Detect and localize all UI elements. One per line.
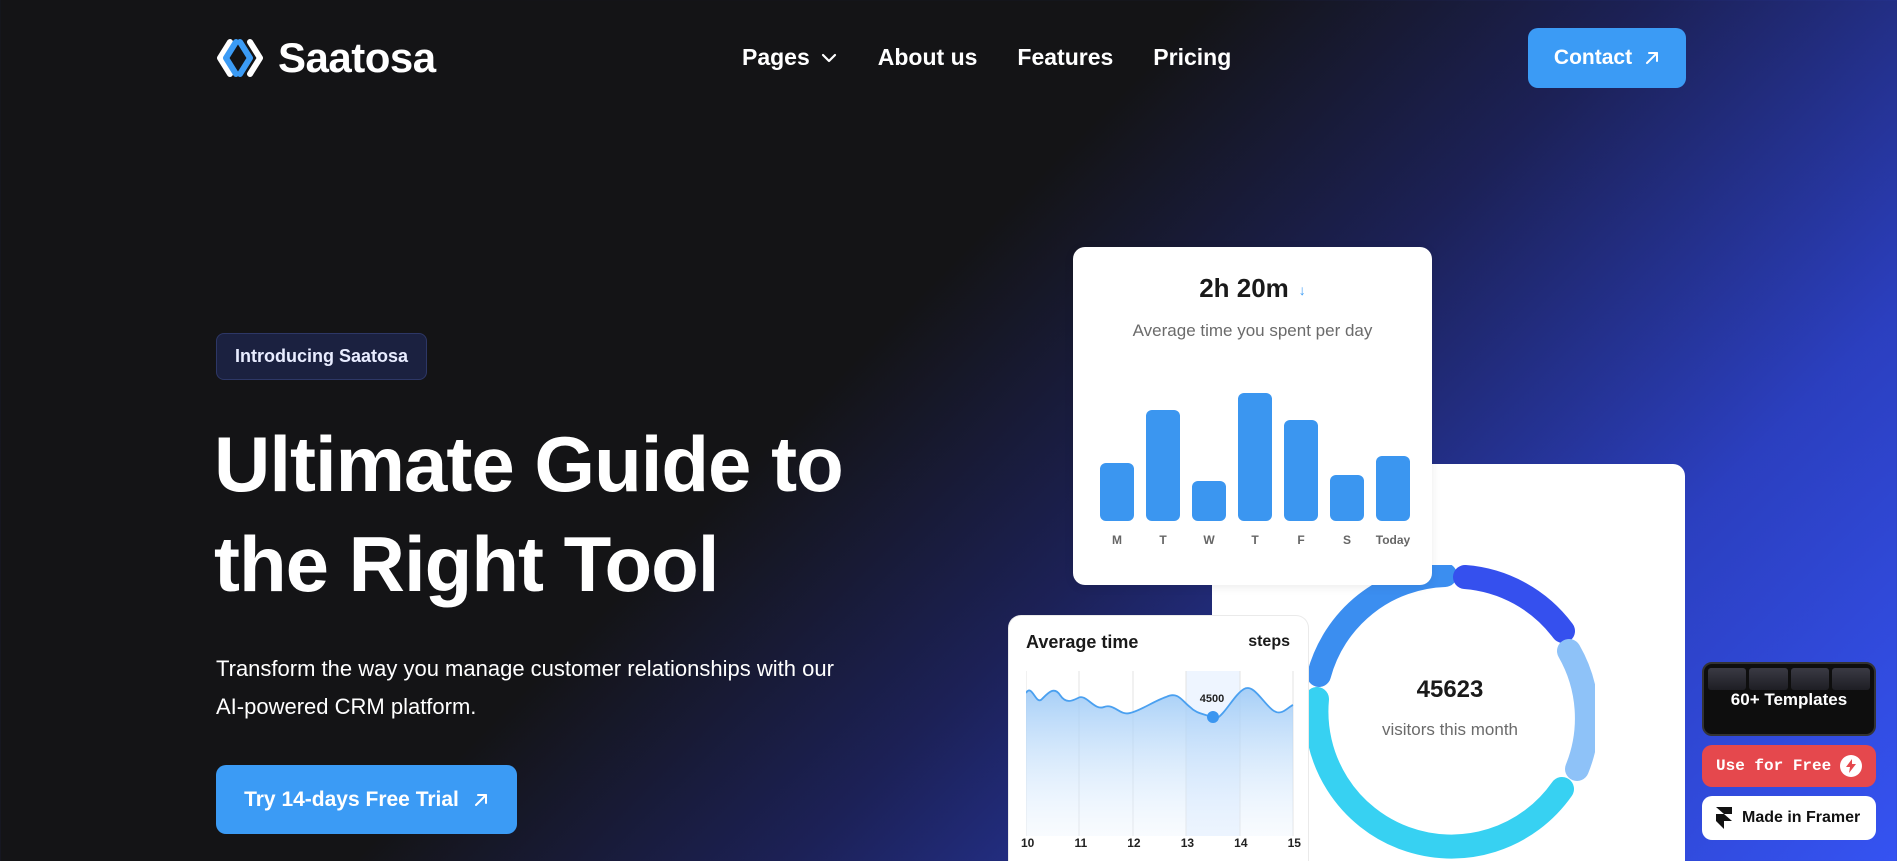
bar-column: M: [1100, 463, 1134, 547]
average-steps-card: Average time steps 4500 10 11 12 13 14 1…: [1009, 616, 1308, 861]
bar-column: T: [1146, 410, 1180, 547]
x-tick-label: 11: [1074, 836, 1088, 850]
bar-column: S: [1330, 475, 1364, 547]
brand-logo[interactable]: Saatosa: [216, 34, 436, 82]
nav-item-pricing[interactable]: Pricing: [1153, 44, 1231, 71]
steps-label: steps: [1248, 633, 1290, 650]
bolt-icon: [1840, 755, 1862, 777]
bar: [1238, 393, 1272, 521]
nav-item-label: Features: [1017, 44, 1114, 70]
x-tick-label: 12: [1127, 836, 1141, 850]
bar-label: Today: [1375, 533, 1411, 547]
nav-item-pages[interactable]: Pages: [742, 44, 838, 71]
nav-item-about-us[interactable]: About us: [878, 44, 978, 71]
bar-label: S: [1342, 533, 1351, 547]
bar-column: Today: [1376, 456, 1410, 547]
average-steps-title: Average time: [1026, 632, 1139, 652]
bar-column: W: [1192, 481, 1226, 547]
bar: [1192, 481, 1226, 521]
bar-column: F: [1284, 420, 1318, 547]
average-time-card: 2h 20m ↓ Average time you spent per day M…: [1073, 247, 1432, 585]
free-trial-button-label: Try 14-days Free Trial: [244, 787, 459, 811]
free-trial-button[interactable]: Try 14-days Free Trial: [216, 765, 517, 834]
hero-title: Ultimate Guide to the Right Tool: [214, 414, 934, 614]
weekly-bar-chart: M T W T F S Today: [1100, 393, 1410, 547]
nav-item-label: Pricing: [1153, 44, 1232, 70]
made-in-framer-label: Made in Framer: [1742, 809, 1861, 826]
donut-segment: [1453, 565, 1575, 643]
nav-item-features[interactable]: Features: [1017, 44, 1113, 71]
visitors-count: 45623: [1416, 676, 1484, 703]
arrow-up-right-icon: [1646, 52, 1659, 64]
hero-title-line-1: Ultimate Guide to: [214, 420, 844, 508]
framer-icon: [1716, 807, 1732, 829]
area-fill: [1026, 687, 1293, 836]
logo-icon: [217, 39, 263, 77]
average-time-label: Average time you spent per day: [1132, 321, 1373, 340]
bar-label: T: [1251, 533, 1259, 547]
bar-label: W: [1203, 533, 1215, 547]
bar-label: T: [1159, 533, 1167, 547]
arrow-up-right-icon: [474, 793, 487, 806]
bar: [1376, 456, 1410, 521]
bar-label: F: [1297, 533, 1305, 547]
data-point-marker: [1207, 711, 1219, 723]
templates-label: 60+ Templates: [1730, 690, 1848, 709]
tooltip-value: 4500: [1200, 693, 1224, 705]
contact-button[interactable]: Contact: [1528, 28, 1686, 88]
hero-subtitle: Transform the way you manage customer re…: [216, 650, 936, 726]
bar: [1100, 463, 1134, 521]
visitors-label: visitors this month: [1381, 720, 1519, 739]
nav-item-label: Pages: [742, 44, 810, 70]
templates-badge[interactable]: 60+ Templates: [1702, 662, 1876, 736]
donut-segment: [1557, 639, 1595, 781]
intro-badge: Introducing Saatosa: [216, 333, 428, 380]
donut-segment: [1307, 565, 1457, 687]
visitors-donut-chart: [1305, 565, 1595, 859]
use-for-free-button[interactable]: Use for Free: [1702, 745, 1876, 787]
bar-label: M: [1112, 533, 1122, 547]
x-tick-label: 15: [1287, 836, 1301, 850]
contact-button-label: Contact: [1553, 46, 1633, 69]
bar: [1330, 475, 1364, 521]
x-tick-label: 10: [1021, 836, 1035, 850]
average-time-number: 2h 20m: [1199, 273, 1289, 303]
arrow-down-icon: ↓: [1298, 282, 1306, 299]
steps-area-chart: 4500: [1026, 671, 1294, 836]
x-tick-label: 14: [1234, 836, 1248, 850]
hero-title-line-2: the Right Tool: [214, 520, 719, 608]
made-in-framer-badge[interactable]: Made in Framer: [1702, 796, 1876, 840]
brand-name: Saatosa: [278, 34, 436, 81]
template-thumbnails: [1708, 668, 1870, 690]
average-time-value: 2h 20m ↓: [1073, 273, 1432, 304]
use-for-free-label: Use for Free: [1716, 757, 1832, 775]
hero-subtitle-line-1: Transform the way you manage customer re…: [216, 656, 834, 681]
bar: [1146, 410, 1180, 521]
bar: [1284, 420, 1318, 521]
x-tick-label: 13: [1180, 836, 1195, 850]
nav-item-label: About us: [877, 44, 978, 70]
chevron-down-icon: [821, 53, 836, 62]
steps-x-axis: 10 11 12 13 14 15: [1021, 836, 1301, 850]
hero-subtitle-line-2: AI-powered CRM platform.: [216, 694, 477, 719]
main-nav: Pages About us Features Pricing: [742, 44, 1231, 71]
bar-column: T: [1238, 393, 1272, 547]
